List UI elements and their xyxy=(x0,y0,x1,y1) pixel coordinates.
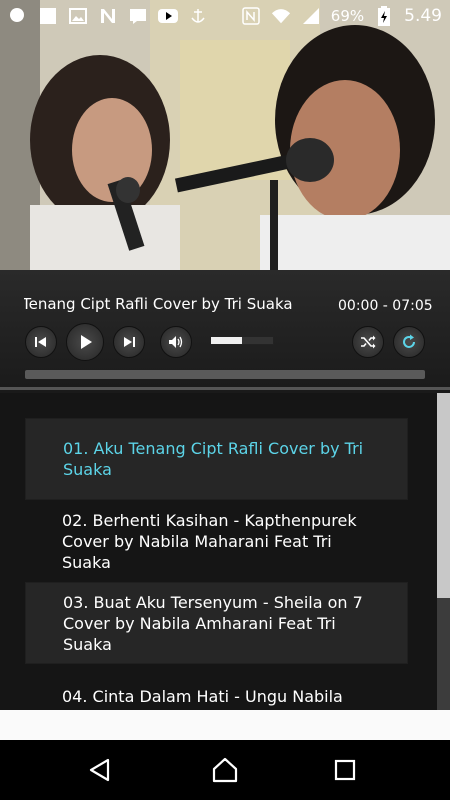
playlist-scrollbar[interactable] xyxy=(437,393,450,710)
playlist-item-label: 04. Cinta Dalam Hati - Ungu Nabila xyxy=(62,687,343,706)
volume-button[interactable] xyxy=(160,326,192,358)
anchor-icon xyxy=(188,7,208,25)
clock: 5.49 xyxy=(404,6,442,26)
recents-button[interactable] xyxy=(329,754,361,786)
signal-icon xyxy=(301,7,321,25)
skip-next-icon xyxy=(124,337,135,347)
time-display: 00:00 - 07:05 xyxy=(338,298,433,314)
seek-bar[interactable] xyxy=(25,370,425,379)
playlist-item-3[interactable]: 03. Buat Aku Tersenyum - Sheila on 7 Cov… xyxy=(25,582,408,664)
nfc-icon xyxy=(241,7,261,25)
home-icon xyxy=(212,757,238,783)
play-icon xyxy=(81,335,92,349)
n-app-icon xyxy=(98,7,118,25)
battery-icon xyxy=(374,6,394,26)
shuffle-button[interactable] xyxy=(352,326,384,358)
volume-level xyxy=(211,337,242,344)
app-icon xyxy=(8,7,28,25)
battery-percent: 69% xyxy=(330,7,365,25)
back-button[interactable] xyxy=(84,754,116,786)
scrollbar-thumb[interactable] xyxy=(437,393,450,598)
shuffle-icon xyxy=(361,335,376,349)
playlist: 01. Aku Tenang Cipt Rafli Cover by Tri S… xyxy=(0,393,450,710)
home-button[interactable] xyxy=(209,754,241,786)
wifi-icon xyxy=(271,7,291,25)
image-icon xyxy=(38,7,58,25)
repeat-button[interactable] xyxy=(393,326,425,358)
volume-icon xyxy=(169,336,183,348)
message-icon xyxy=(128,7,148,25)
play-button[interactable] xyxy=(66,323,104,361)
youtube-icon xyxy=(158,7,178,25)
video-image xyxy=(0,0,450,270)
bottom-strip xyxy=(0,710,450,740)
playlist-item-4[interactable]: 04. Cinta Dalam Hati - Ungu Nabila xyxy=(25,664,408,710)
gallery-icon xyxy=(68,7,88,25)
navigation-bar xyxy=(0,740,450,800)
playlist-item-2[interactable]: 02. Berhenti Kasihan - Kapthenpurek Cove… xyxy=(25,500,408,582)
volume-slider[interactable] xyxy=(210,336,274,345)
skip-previous-icon xyxy=(35,337,46,347)
playlist-item-label: 03. Buat Aku Tersenyum - Sheila on 7 Cov… xyxy=(63,592,363,654)
playlist-item-label: 02. Berhenti Kasihan - Kapthenpurek Cove… xyxy=(62,510,357,572)
status-bar: 69% 5.49 xyxy=(0,0,450,32)
now-playing-title: Tenang Cipt Rafli Cover by Tri Suaka xyxy=(24,295,293,313)
screen: 69% 5.49 Tenang Cipt Rafli Cover by Tri … xyxy=(0,0,450,800)
recents-square-icon xyxy=(334,759,356,781)
repeat-icon xyxy=(403,334,415,348)
next-button[interactable] xyxy=(113,326,145,358)
previous-button[interactable] xyxy=(25,326,57,358)
playlist-item-label: 01. Aku Tenang Cipt Rafli Cover by Tri S… xyxy=(63,439,364,479)
video-frame[interactable] xyxy=(0,0,450,270)
now-playing-marquee: Tenang Cipt Rafli Cover by Tri Suaka xyxy=(24,290,306,320)
back-triangle-icon xyxy=(89,758,110,782)
playlist-item-1[interactable]: 01. Aku Tenang Cipt Rafli Cover by Tri S… xyxy=(25,418,408,500)
